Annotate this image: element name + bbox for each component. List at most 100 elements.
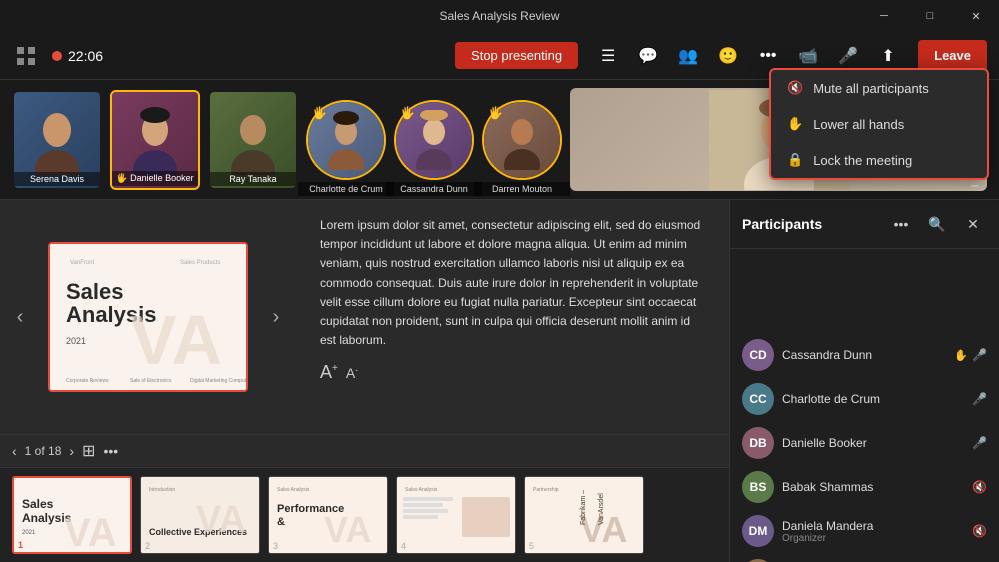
- mic-icon: 🎤: [972, 348, 987, 362]
- more-menu-icon[interactable]: ☰: [590, 38, 626, 74]
- list-item[interactable]: CD Cassandra Dunn ✋ 🎤: [730, 333, 999, 377]
- participant-tile-serena[interactable]: Serena Davis: [12, 90, 102, 190]
- lock-icon: 🔒: [787, 152, 803, 168]
- font-increase-button[interactable]: A+: [320, 362, 338, 383]
- emoji-icon[interactable]: 🙂: [710, 38, 746, 74]
- mic-icon: 🎤: [972, 436, 987, 450]
- svg-text:Fabrikam –: Fabrikam –: [580, 490, 587, 525]
- svg-text:VanFront: VanFront: [70, 260, 95, 266]
- svg-text:Sales Analysis: Sales Analysis: [405, 487, 438, 493]
- participant-tile-ray[interactable]: Ray Tanaka: [208, 90, 298, 190]
- svg-text:2021: 2021: [66, 336, 86, 346]
- chat-icon[interactable]: 💬: [630, 38, 666, 74]
- mute-all-menu-item[interactable]: 🔇 Mute all participants: [771, 70, 987, 106]
- lower-hands-menu-item[interactable]: ✋ Lower all hands: [771, 106, 987, 142]
- list-item[interactable]: BS Babak Shammas 🔇: [730, 465, 999, 509]
- panel-close-button[interactable]: ✕: [959, 210, 987, 238]
- svg-text:Digital Marketing Computer Tre: Digital Marketing Computer Trending: [190, 378, 246, 384]
- context-menu: 🔇 Mute all participants ✋ Lower all hand…: [769, 68, 989, 180]
- window-title: Sales Analysis Review: [439, 9, 559, 23]
- lower-hand-icon: ✋: [787, 116, 803, 132]
- thumbnail-item[interactable]: Introduction Collective Experiences VA 2: [140, 476, 260, 554]
- thumbnail-item[interactable]: Sales Analysis 4: [396, 476, 516, 554]
- participant-controls: 🔇: [972, 524, 987, 538]
- stop-presenting-button[interactable]: Stop presenting: [455, 42, 578, 69]
- prev-slide-button[interactable]: ‹: [12, 443, 17, 459]
- avatar: DM: [742, 515, 774, 547]
- participants-panel: Participants ••• 🔍 ✕ 🔇 Mute all particip…: [729, 200, 999, 562]
- svg-text:VA: VA: [130, 301, 222, 379]
- timer-display: 22:06: [68, 48, 103, 64]
- svg-text:VanArsdel: VanArsdel: [598, 493, 605, 525]
- people-icon[interactable]: 👥: [670, 38, 706, 74]
- participant-list: CD Cassandra Dunn ✋ 🎤 CC Charlotte de Cr…: [730, 329, 999, 562]
- thumbnail-strip: Sales Analysis 2021 VA 1 Introduction Co…: [0, 467, 729, 562]
- participant-info: Danielle Booker: [782, 436, 964, 450]
- thumbnail-item[interactable]: Sales Analysis 2021 VA 1: [12, 476, 132, 554]
- window-controls: ─ □ ✕: [861, 0, 999, 32]
- call-timer: 22:06: [52, 48, 103, 64]
- next-slide-button[interactable]: ›: [69, 443, 74, 459]
- hand-raised-icon: ✋: [954, 349, 968, 362]
- slide-grid-button[interactable]: ⊞: [82, 441, 95, 461]
- panel-search-button[interactable]: 🔍: [923, 210, 951, 238]
- svg-text:VA: VA: [324, 509, 371, 550]
- slide-view-row: ‹ VanFront Sales Products Sales Analysis…: [0, 200, 729, 434]
- avatar: BS: [742, 471, 774, 503]
- lock-meeting-menu-item[interactable]: 🔒 Lock the meeting: [771, 142, 987, 178]
- list-item[interactable]: DM Darren Mouton ✋: [730, 553, 999, 562]
- svg-text:Sales Products: Sales Products: [180, 260, 220, 266]
- participant-info: Cassandra Dunn: [782, 348, 946, 362]
- slide-text: Lorem ipsum dolor sit amet, consectetur …: [320, 216, 705, 350]
- svg-text:Sales Analysis: Sales Analysis: [277, 487, 310, 493]
- svg-text:Introduction: Introduction: [149, 487, 175, 493]
- app-grid-icon[interactable]: [12, 42, 40, 70]
- participant-controls: ✋ 🎤: [954, 348, 987, 362]
- maximize-button[interactable]: □: [907, 0, 953, 32]
- participant-name-ray: Ray Tanaka: [210, 172, 296, 186]
- hand-icon-danielle: 🖐: [116, 173, 127, 183]
- svg-text:Partnership: Partnership: [533, 487, 559, 493]
- leave-button[interactable]: Leave: [918, 40, 987, 71]
- current-slide: VanFront Sales Products Sales Analysis 2…: [48, 242, 248, 392]
- mic-muted-icon: 🔇: [972, 524, 987, 538]
- participant-controls: 🔇: [972, 480, 987, 494]
- close-button[interactable]: ✕: [953, 0, 999, 32]
- participant-controls: 🎤: [972, 436, 987, 450]
- svg-text:Sales: Sales: [22, 497, 54, 511]
- list-item[interactable]: DB Danielle Booker 🎤: [730, 421, 999, 465]
- minimize-button[interactable]: ─: [861, 0, 907, 32]
- font-decrease-button[interactable]: A-: [346, 365, 358, 381]
- participant-info: Babak Shammas: [782, 480, 964, 494]
- hand-icon-darren: 🖐: [488, 106, 503, 120]
- panel-title: Participants: [742, 216, 879, 232]
- svg-text:VA: VA: [64, 511, 117, 554]
- participant-name-danielle: 🖐 Danielle Booker: [112, 171, 198, 186]
- slide-nav-bottom: ‹ 1 of 18 › ⊞ •••: [0, 434, 729, 467]
- avatar: CD: [742, 339, 774, 371]
- slide-nav-next[interactable]: ›: [256, 200, 296, 434]
- avatar: CC: [742, 383, 774, 415]
- svg-text:2021: 2021: [22, 530, 36, 536]
- slide-nav-prev[interactable]: ‹: [0, 200, 40, 434]
- list-item[interactable]: CC Charlotte de Crum 🎤: [730, 377, 999, 421]
- participant-tile-danielle[interactable]: 🖐 Danielle Booker: [110, 90, 200, 190]
- panel-more-button[interactable]: •••: [887, 210, 915, 238]
- thumbnail-item[interactable]: Sales Analysis Performance & VA 3: [268, 476, 388, 554]
- list-item[interactable]: DM Daniela Mandera Organizer 🔇: [730, 509, 999, 553]
- svg-text:Sale of Electronics: Sale of Electronics: [130, 378, 172, 384]
- main-content: ‹ VanFront Sales Products Sales Analysis…: [0, 200, 999, 562]
- slide-content-area: Lorem ipsum dolor sit amet, consectetur …: [296, 200, 729, 434]
- participant-info: Daniela Mandera Organizer: [782, 519, 964, 544]
- participant-info: Charlotte de Crum: [782, 392, 964, 406]
- mic-muted-icon: 🔇: [972, 480, 987, 494]
- participant-tile-darren[interactable]: 🖐 Darren Mouton: [482, 100, 562, 180]
- participant-name-cassandra: Cassandra Dunn: [386, 182, 482, 196]
- slide-more-button[interactable]: •••: [103, 443, 118, 459]
- thumbnail-item[interactable]: Partnership VA Fabrikam – VanArsdel 5: [524, 476, 644, 554]
- participant-tile-cassandra[interactable]: 🖐 Cassandra Dunn: [394, 100, 474, 180]
- participant-tile-charlotte[interactable]: 🖐 Charlotte de Crum: [306, 100, 386, 180]
- avatar: DB: [742, 427, 774, 459]
- svg-text:VA: VA: [196, 499, 246, 541]
- hand-icon-cassandra: 🖐: [400, 106, 415, 120]
